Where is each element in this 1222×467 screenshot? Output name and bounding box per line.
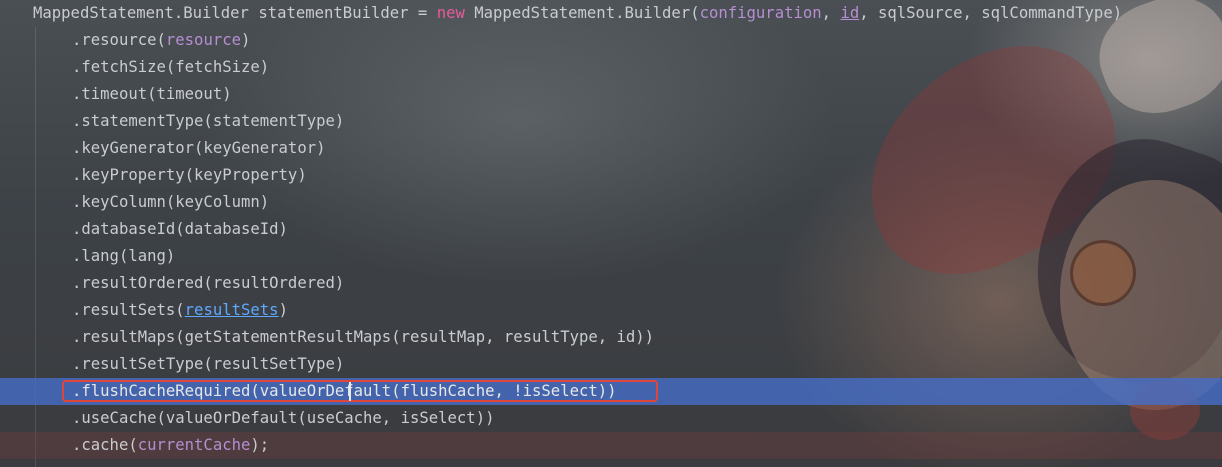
code-text: .keyProperty(keyProperty) [72,166,307,184]
code-line-15-current[interactable]: .flushCacheRequired(valueOrDefault(flush… [0,378,1222,405]
code-line-10[interactable]: .lang(lang) [0,243,1222,270]
code-area[interactable]: MappedStatement.Builder statementBuilder… [0,0,1222,467]
code-text: .timeout(timeout) [72,85,232,103]
code-text: .statementType(statementType) [72,112,345,130]
code-line-9[interactable]: .databaseId(databaseId) [0,216,1222,243]
code-text: .databaseId(databaseId) [72,220,288,238]
code-text: , [821,4,841,22]
code-text: .useCache(valueOrDefault(useCache, isSel… [72,409,495,427]
code-text: .keyGenerator(keyGenerator) [72,139,326,157]
code-text: .resultOrdered(resultOrdered) [72,274,345,292]
code-text: .cache( [72,436,138,454]
link-resultSets[interactable]: resultSets [185,301,279,319]
code-line-7[interactable]: .keyProperty(keyProperty) [0,162,1222,189]
code-line-1[interactable]: MappedStatement.Builder statementBuilder… [0,0,1222,27]
code-text: , sqlSource, sqlCommandType) [859,4,1123,22]
code-line-8[interactable]: .keyColumn(keyColumn) [0,189,1222,216]
code-text: .keyColumn(keyColumn) [72,193,270,211]
param-configuration: configuration [699,4,822,22]
code-text: .flushCacheRequired(valueOrDefault(flush… [72,382,617,400]
code-line-16[interactable]: .useCache(valueOrDefault(useCache, isSel… [0,405,1222,432]
param-resource: resource [165,31,241,49]
code-text: ) [278,301,288,319]
code-line-14[interactable]: .resultSetType(resultSetType) [0,351,1222,378]
param-currentCache: currentCache [137,436,251,454]
code-line-4[interactable]: .timeout(timeout) [0,81,1222,108]
code-line-13[interactable]: .resultMaps(getStatementResultMaps(resul… [0,324,1222,351]
param-id: id [840,4,860,22]
code-text: .resultSets( [72,301,185,319]
code-text: MappedStatement.Builder( [464,4,700,22]
code-line-11[interactable]: .resultOrdered(resultOrdered) [0,270,1222,297]
code-text: MappedStatement.Builder statementBuilder… [33,4,437,22]
code-line-3[interactable]: .fetchSize(fetchSize) [0,54,1222,81]
keyword-new: new [436,4,465,22]
code-line-2[interactable]: .resource(resource) [0,27,1222,54]
code-text: .fetchSize(fetchSize) [72,58,270,76]
text-caret [349,382,351,401]
code-text: .lang(lang) [72,247,176,265]
code-line-6[interactable]: .keyGenerator(keyGenerator) [0,135,1222,162]
code-text: ) [241,31,251,49]
code-line-12[interactable]: .resultSets(resultSets) [0,297,1222,324]
code-text: ); [250,436,270,454]
code-text: .resultSetType(resultSetType) [72,355,345,373]
code-editor[interactable]: MappedStatement.Builder statementBuilder… [0,0,1222,467]
code-text: .resultMaps(getStatementResultMaps(resul… [72,328,655,346]
code-line-5[interactable]: .statementType(statementType) [0,108,1222,135]
code-line-17[interactable]: .cache(currentCache); [0,432,1222,459]
code-text: .resource( [72,31,166,49]
